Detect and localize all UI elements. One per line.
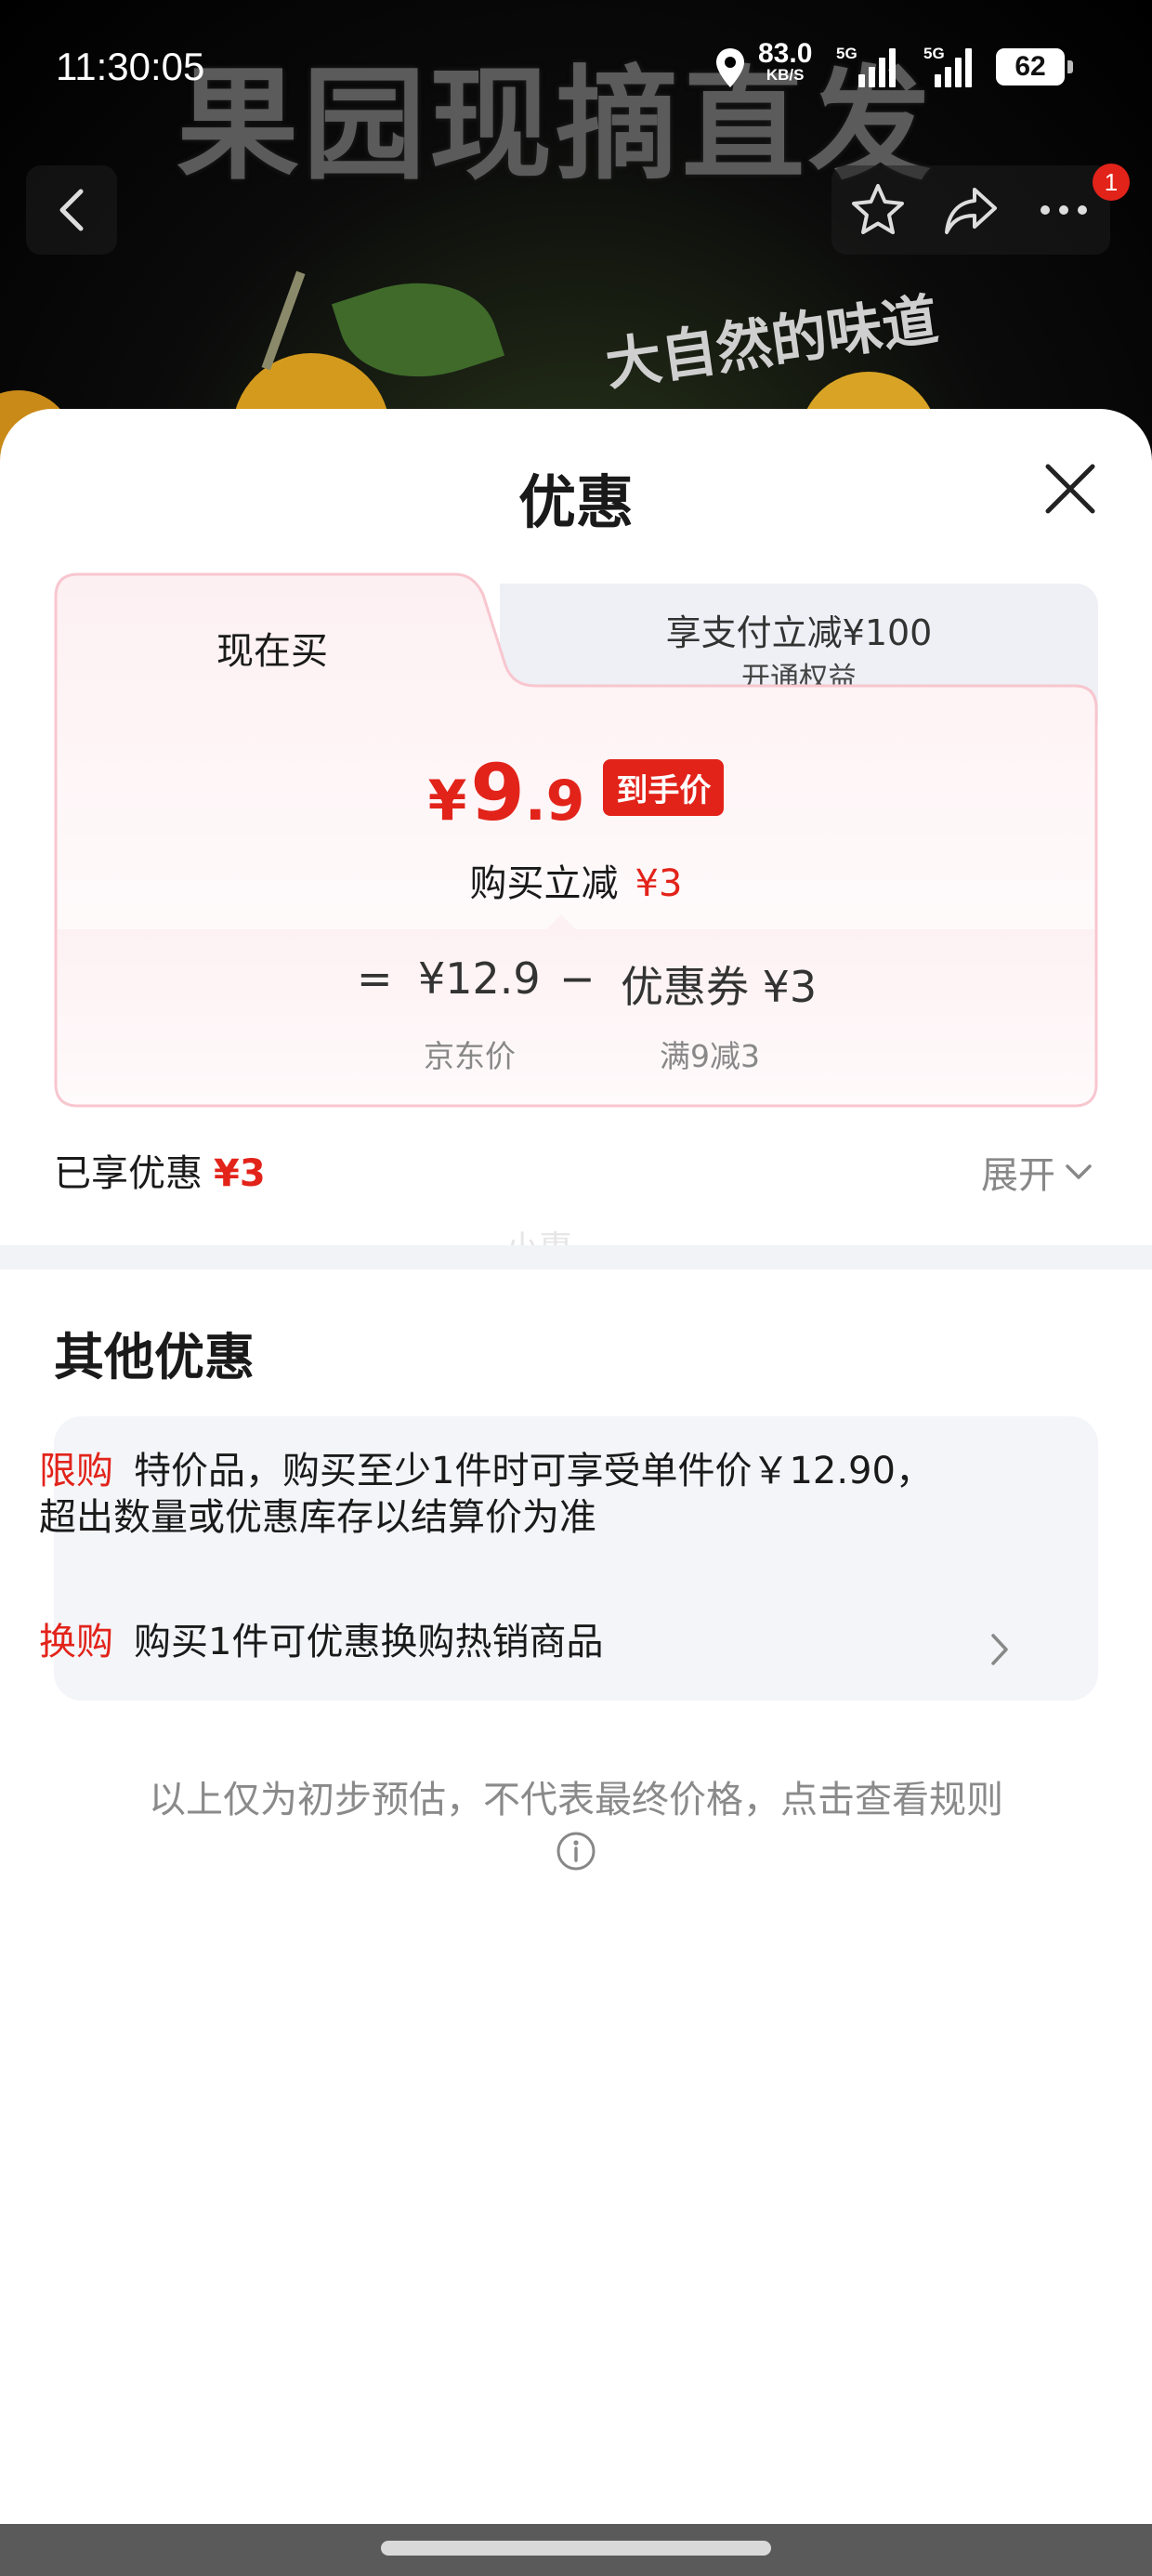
chevron-right-icon[interactable] <box>988 1632 1011 1667</box>
signal-strength-icon <box>858 48 896 87</box>
network-speed-value: 83.0 <box>758 38 813 69</box>
instant-discount-value: ¥3 <box>635 862 683 905</box>
promo-text: 购买1件可优惠换购热销商品 <box>134 1621 604 1663</box>
calc-equals: = <box>357 953 393 1004</box>
calc-base-price: ¥12.9 <box>418 953 541 1004</box>
chevron-down-icon <box>1066 1164 1092 1179</box>
instant-discount: 购买立减 ¥3 <box>54 853 1098 907</box>
calc-coupon: 优惠券 ¥3 <box>621 962 818 1012</box>
promo-limit-purchase: 限购 特价品，购买至少1件时可享受单件价￥12.90， 超出数量或优惠库存以结算价… <box>39 1448 933 1541</box>
promo-tag: 限购 <box>39 1450 113 1492</box>
expand-label: 展开 <box>981 1154 1055 1197</box>
location-icon <box>716 48 744 87</box>
home-indicator[interactable] <box>381 2541 771 2556</box>
back-button[interactable] <box>26 165 117 255</box>
promo-tag: 换购 <box>39 1621 113 1663</box>
network-speed: 83.0 KB/S <box>758 38 813 84</box>
final-price: ¥ 9 .9 到手价 <box>54 747 1098 838</box>
more-icon[interactable] <box>1034 180 1093 240</box>
section-divider <box>0 1245 1152 1269</box>
other-discounts-title: 其他优惠 <box>54 1328 255 1387</box>
battery-indicator: 62 <box>996 48 1073 85</box>
price-integer: 9 <box>470 747 525 838</box>
expand-button[interactable]: 展开 <box>981 1145 1093 1199</box>
signal-type-label: 5G <box>836 45 857 62</box>
info-icon[interactable] <box>556 1831 596 1872</box>
status-time: 11:30:05 <box>56 45 205 88</box>
signal-strength-icon <box>935 48 972 87</box>
price-decimal: .9 <box>524 769 585 834</box>
calc-coupon-label: 满9减3 <box>660 1038 760 1074</box>
network-speed-unit: KB/S <box>766 66 805 84</box>
pricing-note[interactable]: 以上仅为初步预估，不代表最终价格，点击查看规则 <box>0 1775 1152 1825</box>
calc-minus: − <box>559 953 596 1004</box>
enjoyed-discount-label: 已享优惠 <box>54 1152 203 1195</box>
notification-badge: 1 <box>1093 164 1130 201</box>
discount-sheet: 优惠 享支付立减¥100 开通权益 现在买 ¥ 9 .9 到手价 购买立减 ¥3… <box>0 409 1152 2524</box>
price-currency: ¥ <box>427 769 467 834</box>
price-card: 享支付立减¥100 开通权益 现在买 ¥ 9 .9 到手价 购买立减 ¥3 = … <box>54 572 1098 1111</box>
tab-buy-now[interactable]: 现在买 <box>54 621 491 675</box>
enjoyed-discount: 已享优惠 ¥3 <box>54 1143 266 1197</box>
promo-text: 特价品，购买至少1件时可享受单件价￥12.90， <box>134 1450 933 1492</box>
sheet-title: 优惠 <box>517 468 634 536</box>
status-bar: 11:30:05 83.0 KB/S 5G 5G 62 <box>0 0 1152 139</box>
star-icon[interactable] <box>848 180 908 240</box>
final-price-tag: 到手价 <box>603 758 725 816</box>
chevron-left-icon <box>59 189 84 231</box>
close-icon[interactable] <box>1041 459 1100 519</box>
promo-text: 超出数量或优惠库存以结算价为准 <box>39 1496 596 1539</box>
instant-discount-label: 购买立减 <box>469 862 619 905</box>
header-actions <box>831 165 1110 255</box>
promo-exchange-purchase[interactable]: 换购 购买1件可优惠换购热销商品 <box>39 1619 603 1665</box>
enjoyed-discount-value: ¥3 <box>214 1152 266 1195</box>
calc-base-label: 京东价 <box>424 1038 516 1074</box>
share-icon[interactable] <box>941 180 1001 240</box>
